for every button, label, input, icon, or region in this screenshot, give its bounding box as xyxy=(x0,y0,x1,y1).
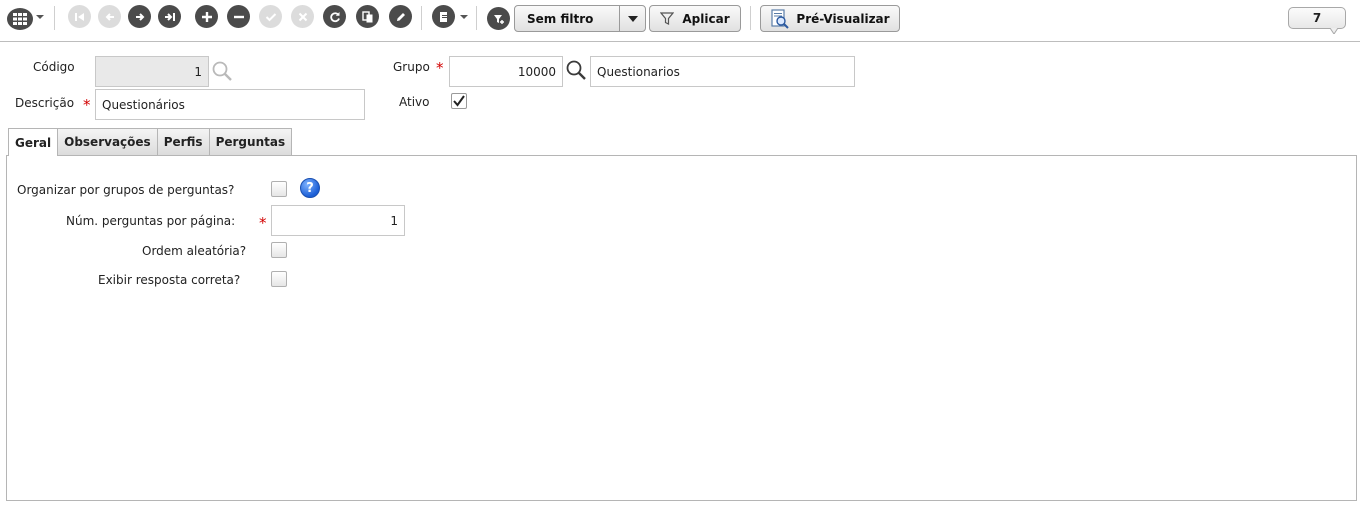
toolbar-separator xyxy=(476,6,477,30)
toolbar-separator xyxy=(421,6,422,30)
tab-label: Perfis xyxy=(163,135,203,149)
record-count-badge: 7 xyxy=(1288,7,1346,29)
apply-button-label: Aplicar xyxy=(682,11,730,26)
add-icon[interactable] xyxy=(195,5,218,28)
cancel-icon[interactable] xyxy=(291,5,314,28)
grupo-code-value: 10000 xyxy=(517,64,556,79)
record-count-value: 7 xyxy=(1312,11,1322,25)
ativo-checkbox[interactable] xyxy=(451,93,467,109)
toolbar-separator xyxy=(750,6,751,30)
grid-view-icon[interactable] xyxy=(7,8,33,30)
apply-button[interactable]: Aplicar xyxy=(649,5,741,32)
copy-icon[interactable] xyxy=(356,5,379,28)
organizar-label: Organizar por grupos de perguntas? xyxy=(17,183,235,197)
toolbar-separator xyxy=(54,6,55,30)
confirm-icon[interactable] xyxy=(259,5,282,28)
first-record-icon[interactable] xyxy=(68,5,91,28)
codigo-search-icon[interactable] xyxy=(211,60,233,82)
codigo-field[interactable]: 1 xyxy=(95,56,209,87)
organizar-checkbox[interactable] xyxy=(271,181,287,197)
report-icon[interactable] xyxy=(432,5,455,28)
descricao-required-mark: * xyxy=(83,96,91,114)
codigo-label: Código xyxy=(33,60,75,74)
tab-label: Perguntas xyxy=(215,135,286,149)
filter-icon[interactable] xyxy=(487,7,510,30)
exibir-label: Exibir resposta correta? xyxy=(98,273,241,287)
grupo-code-field[interactable]: 10000 xyxy=(449,56,563,87)
checkmark-icon xyxy=(453,95,465,107)
descricao-field[interactable]: Questionários xyxy=(95,89,365,120)
badge-pointer-icon xyxy=(1330,28,1338,34)
tab-perguntas[interactable]: Perguntas xyxy=(208,128,293,155)
exibir-checkbox[interactable] xyxy=(271,271,287,287)
preview-button-label: Pré-Visualizar xyxy=(796,11,890,26)
tab-geral[interactable]: Geral xyxy=(8,128,59,156)
num-perguntas-required-mark: * xyxy=(259,214,267,232)
tab-observacoes[interactable]: Observações xyxy=(57,128,158,155)
tab-perfis[interactable]: Perfis xyxy=(156,128,210,155)
filter-select[interactable]: Sem filtro xyxy=(514,5,646,32)
report-dropdown-icon[interactable] xyxy=(460,15,468,19)
ativo-label: Ativo xyxy=(399,95,430,109)
tab-panel-geral xyxy=(6,155,1357,501)
num-perguntas-label: Núm. perguntas por página: xyxy=(66,214,236,228)
funnel-icon xyxy=(660,12,675,25)
filter-select-arrow[interactable] xyxy=(619,6,645,31)
grupo-search-icon[interactable] xyxy=(565,59,587,81)
grupo-required-mark: * xyxy=(436,59,444,77)
descricao-label: Descrição xyxy=(15,96,75,110)
tab-label: Geral xyxy=(15,135,52,150)
grid-view-dropdown-icon[interactable] xyxy=(36,15,44,19)
grupo-label: Grupo xyxy=(393,60,430,74)
num-perguntas-field[interactable]: 1 xyxy=(271,205,405,236)
grupo-name-value: Questionarios xyxy=(597,64,680,79)
print-preview-icon xyxy=(771,8,790,29)
ordem-checkbox[interactable] xyxy=(271,242,287,258)
grupo-name-field[interactable]: Questionarios xyxy=(590,56,855,87)
num-perguntas-value: 1 xyxy=(390,213,398,228)
filter-select-value: Sem filtro xyxy=(527,11,594,26)
descricao-value: Questionários xyxy=(102,97,185,112)
help-icon[interactable]: ? xyxy=(300,178,320,198)
chevron-down-icon xyxy=(627,15,638,22)
help-icon-glyph: ? xyxy=(306,180,314,196)
tab-bar: Geral Observações Perfis Perguntas xyxy=(8,128,293,156)
toolbar: Sem filtro Aplicar Pré-Visualizar 7 xyxy=(0,0,1360,42)
codigo-value: 1 xyxy=(194,64,202,79)
refresh-icon[interactable] xyxy=(323,5,346,28)
tab-label: Observações xyxy=(64,135,151,149)
ordem-label: Ordem aleatória? xyxy=(142,244,247,258)
next-record-icon[interactable] xyxy=(128,5,151,28)
last-record-icon[interactable] xyxy=(158,5,181,28)
previous-record-icon[interactable] xyxy=(98,5,121,28)
preview-button[interactable]: Pré-Visualizar xyxy=(760,5,900,32)
remove-icon[interactable] xyxy=(227,5,250,28)
edit-icon[interactable] xyxy=(389,5,412,28)
